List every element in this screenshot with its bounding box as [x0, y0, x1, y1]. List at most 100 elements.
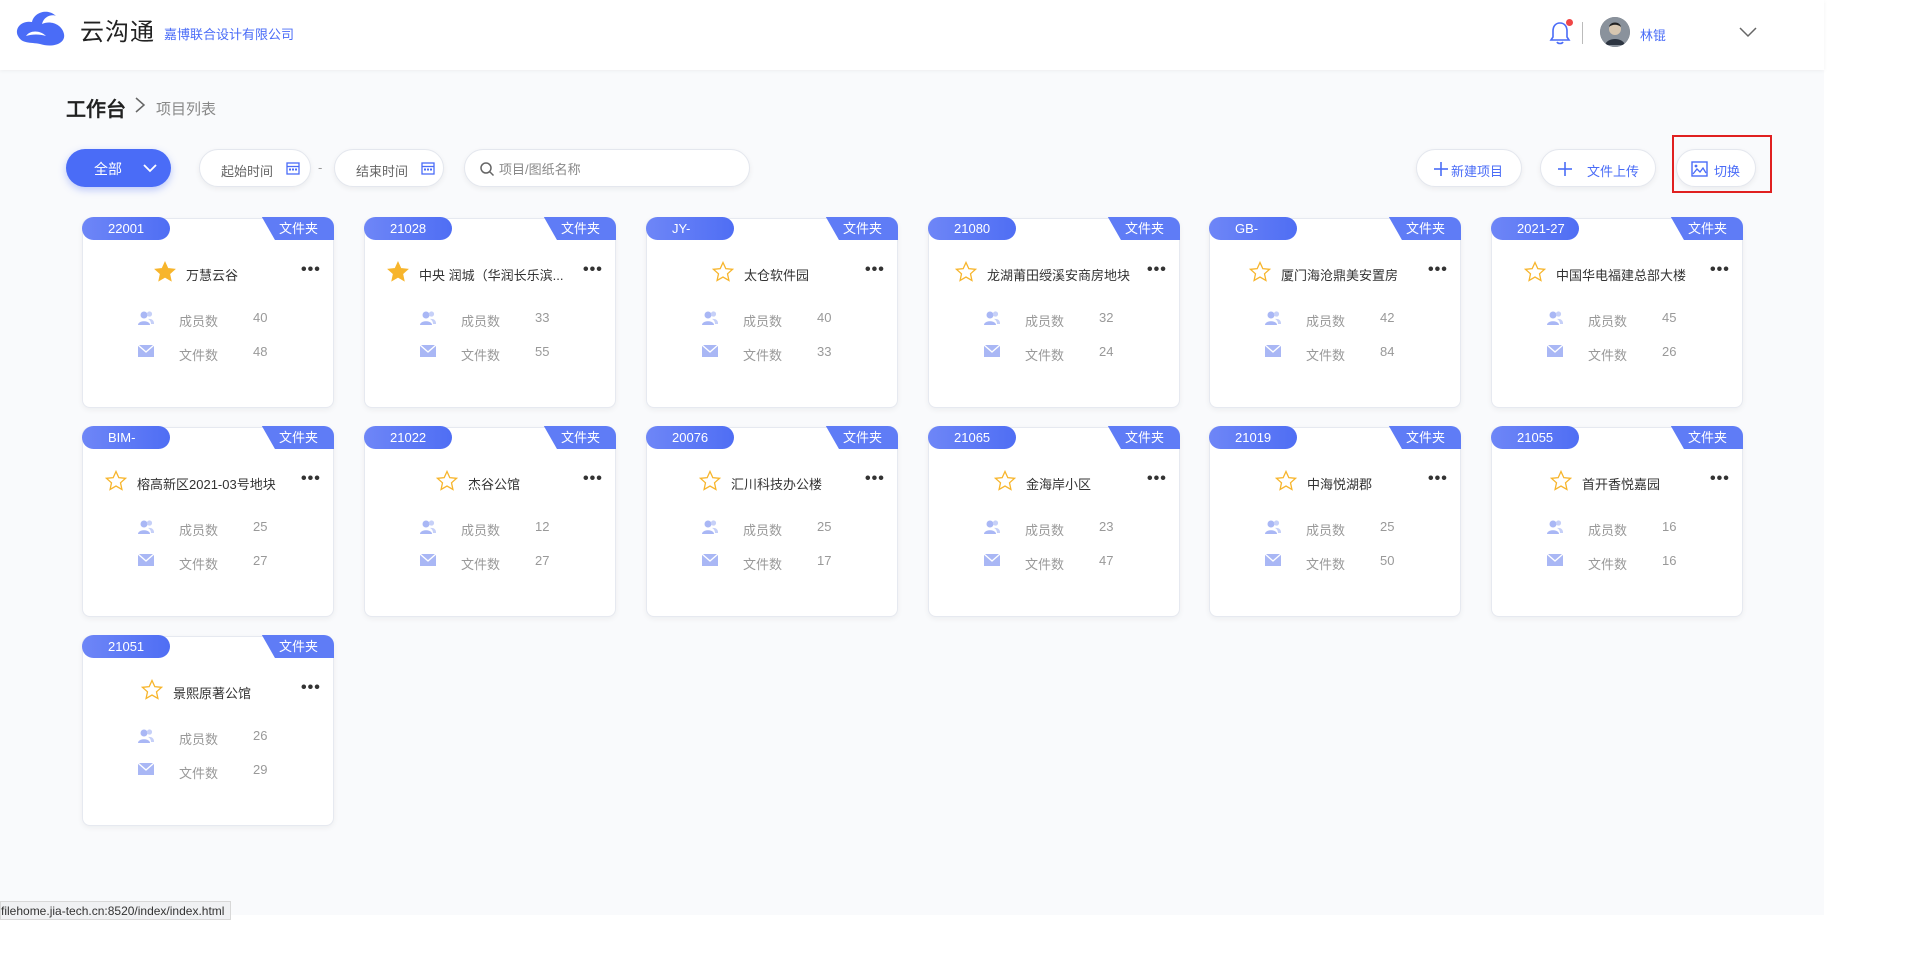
files-label: 文件数 [179, 348, 219, 363]
project-card[interactable]: BIM- 文件夹 榕高新区2021-03号地块 ••• 成员数 25 文件数 27 [82, 426, 334, 617]
project-name[interactable]: 中国华电福建总部大楼 [1556, 265, 1686, 284]
start-date-picker[interactable]: 起始时间 [199, 149, 311, 187]
star-outline-icon[interactable] [955, 261, 977, 283]
members-stat: 成员数 25 [83, 517, 333, 538]
more-options-icon[interactable]: ••• [1710, 470, 1730, 488]
members-stat: 成员数 40 [83, 308, 333, 329]
project-card[interactable]: 21019 文件夹 中海悦湖郡 ••• 成员数 25 文件数 50 [1209, 426, 1461, 617]
members-icon [1547, 311, 1564, 325]
new-project-button[interactable]: 新建项目 [1416, 149, 1522, 187]
project-name[interactable]: 中央 润城（华润长乐滨... [419, 265, 563, 284]
star-outline-icon[interactable] [1550, 470, 1572, 492]
members-count: 16 [1662, 519, 1677, 534]
folder-tag: 文件夹 [261, 217, 334, 240]
project-name[interactable]: 金海岸小区 [1026, 474, 1091, 493]
star-filled-icon[interactable] [387, 261, 409, 283]
files-stat: 文件数 33 [647, 342, 897, 363]
search-box [464, 149, 750, 187]
cloud-swirl-logo[interactable] [12, 6, 70, 48]
star-outline-icon[interactable] [141, 679, 163, 701]
members-count: 23 [1099, 519, 1114, 534]
project-name[interactable]: 榕高新区2021-03号地块 [137, 474, 276, 493]
files-label: 文件数 [1025, 348, 1065, 363]
members-count: 40 [817, 310, 832, 325]
more-options-icon[interactable]: ••• [1147, 261, 1167, 279]
more-options-icon[interactable]: ••• [865, 470, 885, 488]
project-card[interactable]: 21080 文件夹 龙湖莆田绶溪安商房地块 ••• 成员数 32 文件数 24 [928, 217, 1180, 408]
files-icon [701, 344, 719, 357]
star-outline-icon[interactable] [1249, 261, 1271, 283]
more-options-icon[interactable]: ••• [1710, 261, 1730, 279]
project-card[interactable]: 21065 文件夹 金海岸小区 ••• 成员数 23 文件数 47 [928, 426, 1180, 617]
more-options-icon[interactable]: ••• [865, 261, 885, 279]
star-outline-icon[interactable] [699, 470, 721, 492]
avatar[interactable] [1600, 17, 1630, 47]
files-label: 文件数 [1306, 348, 1346, 363]
start-date-label: 起始时间 [221, 164, 274, 179]
filter-label: 全部 [94, 161, 122, 177]
chevron-down-icon[interactable] [1738, 22, 1758, 42]
files-label: 文件数 [743, 557, 783, 572]
project-name[interactable]: 太仓软件园 [744, 265, 809, 284]
files-stat: 文件数 24 [929, 342, 1179, 363]
filter-dropdown[interactable]: 全部 [66, 149, 171, 187]
project-card[interactable]: 21028 文件夹 中央 润城（华润长乐滨... ••• 成员数 33 文件数 55 [364, 217, 616, 408]
project-card[interactable]: GB- 文件夹 厦门海沧鼎美安置房 ••• 成员数 42 文件数 84 [1209, 217, 1461, 408]
members-stat: 成员数 45 [1492, 308, 1742, 329]
project-card[interactable]: 21051 文件夹 景熙原著公馆 ••• 成员数 26 文件数 29 [82, 635, 334, 826]
files-stat: 文件数 27 [365, 551, 615, 572]
card-title-row: 首开香悦嘉园 ••• [1492, 470, 1742, 494]
project-card[interactable]: 20076 文件夹 汇川科技办公楼 ••• 成员数 25 文件数 17 [646, 426, 898, 617]
folder-tag: 文件夹 [1388, 426, 1461, 449]
breadcrumb-home[interactable]: 工作台 [66, 93, 126, 122]
app-name: 云沟通 [80, 19, 155, 46]
files-count: 17 [817, 553, 832, 568]
star-outline-icon[interactable] [1275, 470, 1297, 492]
project-card[interactable]: 2021-27 文件夹 中国华电福建总部大楼 ••• 成员数 45 文件数 26 [1491, 217, 1743, 408]
project-name[interactable]: 万慧云谷 [186, 265, 238, 284]
star-outline-icon[interactable] [1524, 261, 1546, 283]
files-stat: 文件数 29 [83, 760, 333, 781]
project-name[interactable]: 中海悦湖郡 [1307, 474, 1372, 493]
project-code-tag: 22001 [82, 217, 170, 240]
files-stat: 文件数 55 [365, 342, 615, 363]
files-label: 文件数 [1588, 557, 1628, 572]
card-title-row: 金海岸小区 ••• [929, 470, 1179, 494]
more-options-icon[interactable]: ••• [1147, 470, 1167, 488]
project-card[interactable]: JY- 文件夹 太仓软件园 ••• 成员数 40 文件数 33 [646, 217, 898, 408]
star-outline-icon[interactable] [436, 470, 458, 492]
end-date-picker[interactable]: 结束时间 [334, 149, 444, 187]
project-card[interactable]: 21022 文件夹 杰谷公馆 ••• 成员数 12 文件数 27 [364, 426, 616, 617]
project-name[interactable]: 首开香悦嘉园 [1582, 474, 1660, 493]
project-card[interactable]: 22001 文件夹 万慧云谷 ••• 成员数 40 文件数 48 [82, 217, 334, 408]
more-options-icon[interactable]: ••• [301, 470, 321, 488]
star-outline-icon[interactable] [105, 470, 127, 492]
more-options-icon[interactable]: ••• [1428, 470, 1448, 488]
project-name[interactable]: 景熙原著公馆 [173, 683, 251, 702]
members-count: 33 [535, 310, 550, 325]
project-name[interactable]: 厦门海沧鼎美安置房 [1281, 265, 1398, 284]
members-count: 25 [253, 519, 268, 534]
more-options-icon[interactable]: ••• [583, 261, 603, 279]
project-name[interactable]: 汇川科技办公楼 [731, 474, 822, 493]
folder-tag: 文件夹 [543, 426, 616, 449]
files-icon [137, 344, 155, 357]
card-title-row: 中央 润城（华润长乐滨... ••• [365, 261, 615, 285]
search-input[interactable] [499, 158, 729, 180]
files-icon [419, 553, 437, 566]
more-options-icon[interactable]: ••• [301, 261, 321, 279]
more-options-icon[interactable]: ••• [583, 470, 603, 488]
project-name[interactable]: 龙湖莆田绶溪安商房地块 [987, 265, 1130, 284]
search-icon [480, 162, 495, 177]
project-name[interactable]: 杰谷公馆 [468, 474, 520, 493]
user-name[interactable]: 林锟 [1640, 25, 1666, 44]
more-options-icon[interactable]: ••• [1428, 261, 1448, 279]
star-outline-icon[interactable] [994, 470, 1016, 492]
members-icon [1265, 311, 1282, 325]
star-filled-icon[interactable] [154, 261, 176, 283]
more-options-icon[interactable]: ••• [301, 679, 321, 697]
star-outline-icon[interactable] [712, 261, 734, 283]
upload-button[interactable]: 文件上传 [1540, 149, 1656, 187]
project-card[interactable]: 21055 文件夹 首开香悦嘉园 ••• 成员数 16 文件数 16 [1491, 426, 1743, 617]
files-label: 文件数 [461, 557, 501, 572]
